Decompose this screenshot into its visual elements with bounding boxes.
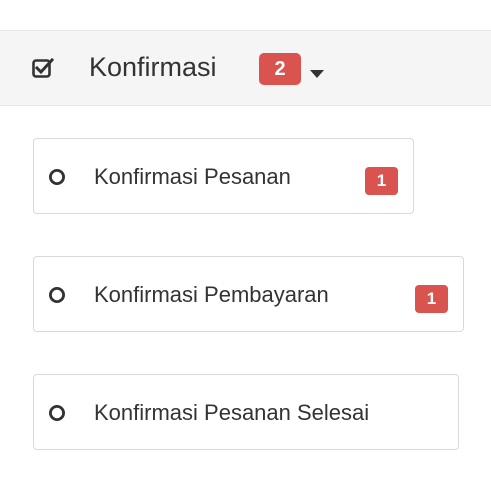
menu-item-label: Konfirmasi Pesanan <box>94 164 291 189</box>
top-strip <box>0 0 491 30</box>
konfirmasi-menu-label: Konfirmasi <box>89 52 217 82</box>
konfirmasi-count-badge: 2 <box>259 53 301 85</box>
menu-item-label: Konfirmasi Pembayaran <box>94 282 329 307</box>
menu-item-count-badge: 1 <box>365 167 398 195</box>
circle-outline-icon <box>48 168 66 186</box>
menu-item-label: Konfirmasi Pesanan Selesai <box>94 400 370 425</box>
konfirmasi-dropdown-toggle[interactable]: Konfirmasi 2 <box>0 30 491 106</box>
menu-item-konfirmasi-pesanan[interactable]: Konfirmasi Pesanan 1 <box>33 138 414 214</box>
menu-item-count-badge: 1 <box>415 285 448 313</box>
circle-outline-icon <box>48 404 66 422</box>
circle-outline-icon <box>48 286 66 304</box>
menu-item-konfirmasi-pesanan-selesai[interactable]: Konfirmasi Pesanan Selesai <box>33 374 459 450</box>
check-square-icon <box>32 57 55 79</box>
menu-item-konfirmasi-pembayaran[interactable]: Konfirmasi Pembayaran 1 <box>33 256 464 332</box>
caret-down-icon <box>309 66 325 78</box>
